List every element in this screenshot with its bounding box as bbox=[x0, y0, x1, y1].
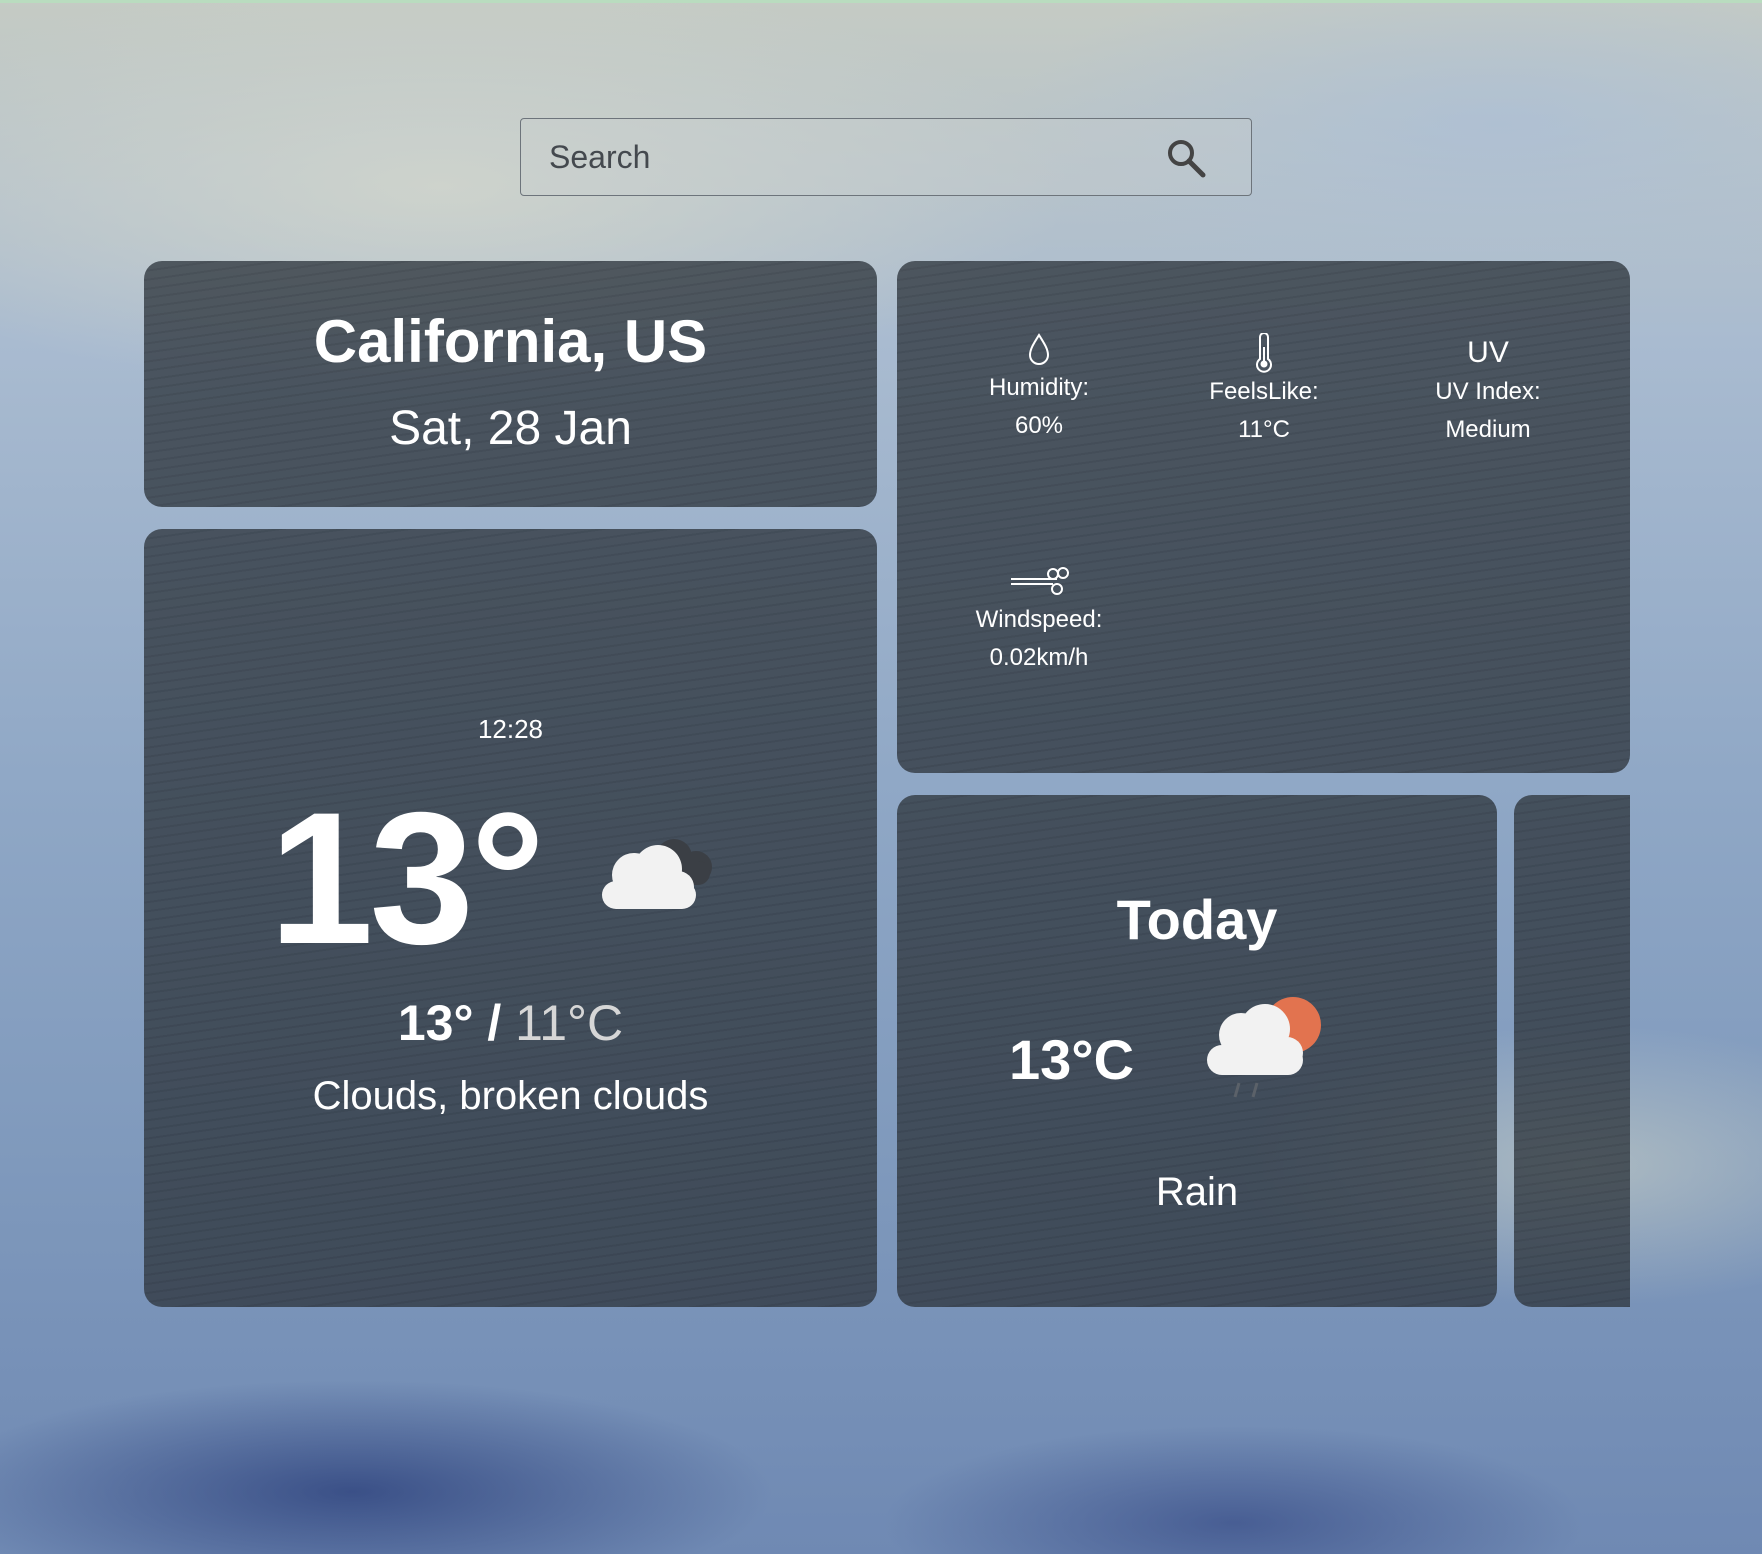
location-date: Sat, 28 Jan bbox=[389, 402, 632, 455]
broken-clouds-icon bbox=[602, 839, 712, 909]
current-temperature: 13° bbox=[269, 773, 545, 983]
current-time: 12:28 bbox=[477, 714, 544, 744]
forecast-card-today[interactable]: Today 13°C Rain bbox=[897, 795, 1497, 1307]
search-icon bbox=[1168, 140, 1206, 178]
location-card: California, US Sat, 28 Jan bbox=[144, 261, 877, 507]
thermometer-icon bbox=[1256, 333, 1272, 373]
search-input[interactable] bbox=[547, 119, 1151, 196]
rain-cloud-sun-icon bbox=[1207, 997, 1321, 1098]
uv-icon: UV bbox=[1467, 336, 1509, 369]
uv-index-value: Medium bbox=[1445, 416, 1531, 443]
windspeed-value: 0.02km/h bbox=[989, 644, 1089, 671]
forecast-temperature: 13°C bbox=[1009, 1028, 1135, 1091]
feels-like-label: FeelsLike: bbox=[1209, 378, 1319, 405]
forecast-description: Rain bbox=[1155, 1170, 1239, 1214]
temp-separator: / bbox=[473, 995, 516, 1051]
droplet-icon bbox=[1028, 333, 1050, 365]
feels-like-detail: FeelsLike: 11°C bbox=[1164, 333, 1364, 449]
windspeed-label: Windspeed: bbox=[975, 606, 1103, 633]
details-card: Humidity: 60% FeelsLike: 11°C UV UV Inde… bbox=[897, 261, 1630, 773]
high-low-temperature: 13° / 11°C bbox=[144, 994, 877, 1052]
humidity-detail: Humidity: 60% bbox=[939, 329, 1139, 445]
forecast-day: Today bbox=[1116, 888, 1278, 951]
high-temperature: 13° bbox=[397, 995, 474, 1051]
wind-icon bbox=[1011, 567, 1069, 595]
current-weather-card: 12:28 13° 13° / 11°C Clouds, broken clou… bbox=[144, 529, 877, 1307]
search-button[interactable] bbox=[1165, 137, 1207, 179]
top-border bbox=[0, 0, 1762, 3]
windspeed-detail: Windspeed: 0.02km/h bbox=[939, 561, 1139, 677]
uv-index-label: UV Index: bbox=[1435, 378, 1541, 405]
forecast-card-next[interactable] bbox=[1514, 795, 1630, 1307]
search-bar bbox=[520, 118, 1252, 196]
humidity-value: 60% bbox=[1014, 412, 1064, 439]
weather-description: Clouds, broken clouds bbox=[312, 1074, 709, 1118]
feels-like-value: 11°C bbox=[1238, 416, 1290, 443]
low-temperature: 11°C bbox=[515, 995, 624, 1051]
uv-index-detail: UV UV Index: Medium bbox=[1388, 333, 1588, 449]
humidity-label: Humidity: bbox=[988, 374, 1090, 401]
location-title: California, US bbox=[313, 308, 708, 375]
